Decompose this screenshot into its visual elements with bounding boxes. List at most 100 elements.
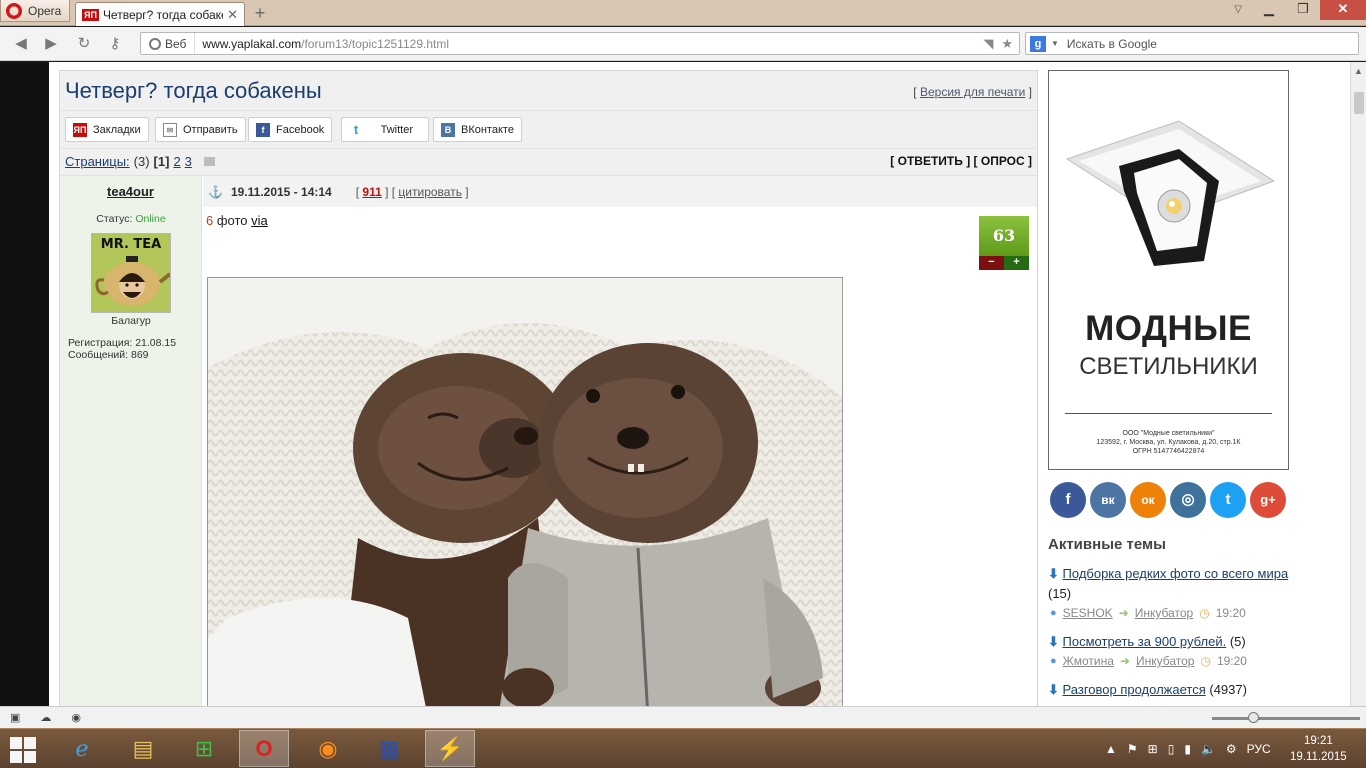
topic-actions[interactable]: [ ОТВЕТИТЬ ] [ ОПРОС ] — [890, 154, 1032, 168]
pages-label[interactable]: Страницы: — [65, 154, 130, 169]
topic-section-link[interactable]: Инкубатор — [1136, 654, 1195, 668]
author-cell: tea4our — [60, 176, 202, 207]
cloud-icon[interactable]: ☁ — [40, 711, 51, 724]
vk-icon[interactable]: вк — [1090, 482, 1126, 518]
volume-icon[interactable]: 🔈 — [1201, 742, 1216, 756]
dogs-photo — [208, 278, 842, 706]
send-button[interactable]: ✉ Отправить — [155, 117, 246, 142]
close-tab-icon[interactable]: ✕ — [227, 7, 238, 23]
bookmarks-button[interactable]: ЯП Закладки — [65, 117, 149, 142]
tab-menu-chevron-icon[interactable]: ▽ — [1234, 4, 1242, 15]
advertisement-banner[interactable]: МОДНЫЕ СВЕТИЛЬНИКИ ООО "Модные светильни… — [1048, 70, 1289, 470]
bookmark-star-icon[interactable]: ★ — [1001, 36, 1013, 52]
opera-menu-button[interactable]: Opera — [0, 0, 70, 22]
settings-icon[interactable]: ⚙ — [1226, 742, 1237, 756]
odnoklassniki-icon[interactable]: ок — [1130, 482, 1166, 518]
clock[interactable]: 19:21 19.11.2015 — [1290, 733, 1347, 765]
status-online: Online — [135, 213, 166, 225]
rating-minus-button[interactable]: − — [979, 256, 1004, 270]
browser-tab[interactable]: ЯП Четверг? тогда собаке... ✕ — [75, 2, 245, 26]
active-topic-link[interactable]: Посмотреть за 900 рублей. — [1063, 634, 1227, 649]
reload-icon[interactable]: ↻ — [73, 33, 95, 55]
opera-taskbar-icon[interactable]: O — [239, 730, 289, 767]
topic-user-link[interactable]: SESHOK — [1063, 606, 1113, 620]
topic-user-link[interactable]: Жмотина — [1063, 654, 1114, 668]
subscribe-mail-icon[interactable] — [203, 157, 215, 166]
lamp-image — [1065, 120, 1276, 266]
google-plus-icon[interactable]: g+ — [1250, 482, 1286, 518]
file-explorer-icon[interactable]: ▤ — [118, 730, 168, 767]
forward-icon[interactable]: ▶ — [40, 33, 62, 55]
active-topic-item: ⬇ Посмотреть за 900 рублей. (5) — [1048, 632, 1298, 652]
minimize-button[interactable]: ▁ — [1252, 0, 1286, 20]
new-tab-button[interactable]: + — [250, 3, 270, 23]
google-icon[interactable]: g — [1030, 35, 1046, 52]
avatar-caption: MR. TEA — [100, 237, 162, 252]
post-header: tea4our ⚓ 19.11.2015 - 14:14 [ 911 ] [ ц… — [60, 175, 1037, 207]
address-toolbar: ◀ ▶ ↻ ⚷ Веб www.yaplakal.com/forum13/top… — [0, 27, 1366, 61]
twitter-share-button[interactable]: t Twitter — [341, 117, 429, 142]
quote-link[interactable]: цитировать — [398, 185, 462, 199]
page-link-3[interactable]: 3 — [185, 154, 192, 169]
photo-count: 6 — [206, 213, 214, 228]
anchor-icon[interactable]: ⚓ — [208, 185, 223, 199]
zoom-slider[interactable] — [1212, 712, 1360, 723]
scroll-up-icon[interactable]: ▲ — [1354, 66, 1363, 76]
share-bar: ЯП Закладки ✉ Отправить f Facebook t Twi… — [60, 111, 1037, 149]
save-disk-icon[interactable]: ▦ — [364, 730, 414, 767]
instagram-icon[interactable]: ◎ — [1170, 482, 1206, 518]
panel-toggle-icon[interactable]: ▣ — [10, 711, 20, 724]
author-rank: Балагур — [111, 315, 151, 327]
post-photo[interactable] — [207, 277, 843, 706]
pages-count: (3) — [133, 154, 150, 169]
address-field[interactable]: Веб www.yaplakal.com/forum13/topic125112… — [140, 32, 1020, 55]
facebook-icon[interactable]: f — [1050, 482, 1086, 518]
page-link-2[interactable]: 2 — [173, 154, 180, 169]
active-topic-link[interactable]: Разговор продолжается — [1063, 682, 1206, 697]
store-icon[interactable]: ⊞ — [179, 730, 229, 767]
restore-button[interactable]: ❐ — [1286, 0, 1320, 20]
url-text[interactable]: www.yaplakal.com/forum13/topic1251129.ht… — [195, 37, 983, 51]
globe-icon — [149, 37, 161, 50]
tray-expand-icon[interactable]: ▲ — [1105, 742, 1117, 756]
battery-icon[interactable]: ▯ — [1168, 742, 1175, 756]
via-link[interactable]: via — [251, 213, 268, 228]
system-tray: ▲ ⚑ ⊞ ▯ ▮ 🔈 ⚙ РУС — [1105, 729, 1271, 768]
network-icon[interactable]: ▮ — [1184, 742, 1191, 756]
post-content: 6 фото via 63 − + — [203, 207, 1037, 706]
chevron-down-icon[interactable]: ▼ — [1051, 39, 1059, 48]
key-icon[interactable]: ⚷ — [104, 33, 126, 55]
web-badge[interactable]: Веб — [141, 33, 196, 54]
twitter-icon[interactable]: t — [1210, 482, 1246, 518]
scroll-thumb[interactable] — [1354, 92, 1364, 114]
firefox-icon[interactable]: ◉ — [303, 730, 353, 767]
facebook-share-button[interactable]: f Facebook — [248, 117, 333, 142]
topic-container: Четверг? тогда собакены [ Версия для печ… — [59, 70, 1038, 706]
active-topic-link[interactable]: Подборка редких фото со всего мира — [1063, 566, 1289, 581]
author-name[interactable]: tea4our — [107, 184, 154, 199]
topic-section-link[interactable]: Инкубатор — [1135, 606, 1194, 620]
avatar[interactable]: MR. TEA — [91, 233, 171, 313]
url-path: /forum13/topic1251129.html — [301, 36, 449, 51]
windows-icon[interactable]: ⊞ — [1148, 742, 1158, 756]
vk-label: ВКонтакте — [461, 123, 514, 136]
flag-icon[interactable]: ⚑ — [1127, 742, 1138, 756]
close-window-button[interactable]: ✕ — [1320, 0, 1366, 20]
media-player-icon[interactable]: ⚡ — [425, 730, 475, 767]
zoom-slider-knob[interactable] — [1248, 712, 1259, 723]
post-number-link[interactable]: 911 — [362, 185, 381, 199]
rss-icon[interactable]: ◥ — [983, 36, 993, 52]
vk-share-button[interactable]: B ВКонтакте — [433, 117, 522, 142]
post-date: 19.11.2015 - 14:14 — [230, 184, 332, 199]
back-icon[interactable]: ◀ — [10, 33, 32, 55]
social-links: f вк ок ◎ t g+ — [1050, 482, 1286, 518]
print-version-link[interactable]: Версия для печати — [920, 85, 1025, 99]
start-button[interactable] — [10, 737, 36, 763]
internet-explorer-icon[interactable]: ℯ — [57, 730, 107, 767]
search-field[interactable]: g ▼ Искать в Google — [1025, 32, 1359, 55]
speed-dial-icon[interactable]: ◉ — [71, 711, 81, 724]
user-icon: ● — [1050, 655, 1057, 667]
language-indicator[interactable]: РУС — [1247, 742, 1271, 756]
rating-plus-button[interactable]: + — [1004, 256, 1029, 270]
vertical-scrollbar[interactable]: ▲ — [1350, 62, 1366, 706]
